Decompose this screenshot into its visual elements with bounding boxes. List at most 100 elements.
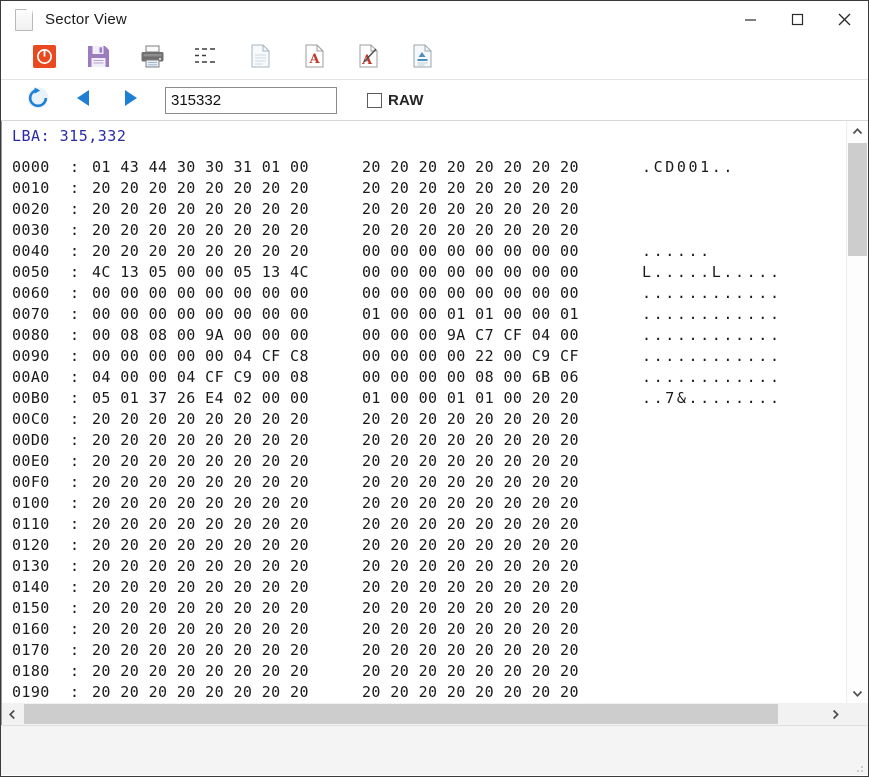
hex-row-ascii: ...... (642, 242, 712, 260)
hex-row: 0160:20 20 20 20 20 20 20 20 20 20 20 20 … (2, 619, 846, 640)
scroll-left-button[interactable] (2, 703, 23, 725)
navigation-bar: RAW (1, 80, 868, 121)
hex-row-ascii: ............ (642, 284, 782, 302)
hex-row-separator: : (70, 536, 80, 554)
hex-row-separator: : (70, 221, 80, 239)
close-icon[interactable] (821, 1, 868, 38)
horizontal-scroll-thumb[interactable] (24, 704, 778, 724)
hex-row-separator: : (70, 431, 80, 449)
hex-row-bytes-right: 01 00 00 01 01 00 20 20 (362, 389, 579, 407)
hex-row: 0050:4C 13 05 00 00 05 13 4C 00 00 00 00 … (2, 262, 846, 283)
power-icon (32, 44, 56, 73)
hex-row-ascii: ............ (642, 347, 782, 365)
horizontal-scrollbar[interactable] (2, 703, 846, 725)
hex-row-bytes-left: 4C 13 05 00 00 05 13 4C (92, 263, 309, 281)
hex-row-bytes-left: 20 20 20 20 20 20 20 20 (92, 221, 309, 239)
hex-row: 00B0:05 01 37 26 E4 02 00 00 01 00 00 01 … (2, 388, 846, 409)
hex-row-offset: 0190 (12, 683, 50, 701)
report-document-icon (413, 44, 432, 73)
next-sector-button[interactable] (107, 84, 153, 116)
hex-row-separator: : (70, 557, 80, 575)
hex-row-ascii: L.....L..... (642, 263, 782, 281)
raw-checkbox[interactable] (367, 92, 382, 108)
export-pdf-button[interactable]: A (287, 42, 341, 76)
previous-sector-button[interactable] (61, 84, 107, 116)
hex-row-separator: : (70, 389, 80, 407)
hex-row-offset: 00A0 (12, 368, 50, 386)
hex-row-bytes-right: 20 20 20 20 20 20 20 20 (362, 599, 579, 617)
report-button[interactable] (395, 42, 449, 76)
hex-row-bytes-left: 20 20 20 20 20 20 20 20 (92, 662, 309, 680)
maximize-icon[interactable] (774, 1, 821, 38)
raw-checkbox-group[interactable]: RAW (367, 92, 424, 109)
minimize-icon[interactable] (727, 1, 774, 38)
hex-row: 0120:20 20 20 20 20 20 20 20 20 20 20 20 … (2, 535, 846, 556)
lba-input[interactable] (165, 86, 337, 114)
hex-row: 0080:00 08 08 00 9A 00 00 00 00 00 00 9A … (2, 325, 846, 346)
hex-row-separator: : (70, 515, 80, 533)
hex-row-bytes-left: 00 00 00 00 00 00 00 00 (92, 305, 309, 323)
hex-row: 00C0:20 20 20 20 20 20 20 20 20 20 20 20 … (2, 409, 846, 430)
list-view-button[interactable] (179, 42, 233, 76)
hex-row-bytes-left: 20 20 20 20 20 20 20 20 (92, 410, 309, 428)
hex-row-offset: 0180 (12, 662, 50, 680)
hex-row-bytes-left: 20 20 20 20 20 20 20 20 (92, 641, 309, 659)
hex-row-offset: 0110 (12, 515, 50, 533)
hex-row-separator: : (70, 347, 80, 365)
scroll-up-button[interactable] (847, 121, 868, 141)
status-bar (1, 725, 868, 775)
hex-row-bytes-right: 20 20 20 20 20 20 20 20 (362, 473, 579, 491)
vertical-scrollbar[interactable] (846, 121, 868, 703)
hex-row-bytes-right: 20 20 20 20 20 20 20 20 (362, 620, 579, 638)
new-document-button[interactable] (233, 42, 287, 76)
lba-label: LBA: 315,332 (12, 127, 127, 145)
hex-row-offset: 0150 (12, 599, 50, 617)
resize-grip-icon[interactable] (852, 760, 864, 772)
blank-document-icon (251, 44, 270, 73)
floppy-save-icon (87, 45, 110, 73)
hex-row-offset: 0060 (12, 284, 50, 302)
hex-row-bytes-left: 20 20 20 20 20 20 20 20 (92, 242, 309, 260)
printer-icon (140, 45, 165, 73)
save-button[interactable] (71, 42, 125, 76)
hex-row-bytes-right: 20 20 20 20 20 20 20 20 (362, 452, 579, 470)
hex-row: 0140:20 20 20 20 20 20 20 20 20 20 20 20 … (2, 577, 846, 598)
hex-row-bytes-right: 20 20 20 20 20 20 20 20 (362, 410, 579, 428)
hex-row: 0170:20 20 20 20 20 20 20 20 20 20 20 20 … (2, 640, 846, 661)
hex-row-separator: : (70, 662, 80, 680)
hex-row-bytes-right: 00 00 00 00 08 00 6B 06 (362, 368, 579, 386)
hex-row-separator: : (70, 494, 80, 512)
hex-row-separator: : (70, 620, 80, 638)
hex-row-offset: 0000 (12, 158, 50, 176)
hex-row: 0020:20 20 20 20 20 20 20 20 20 20 20 20 … (2, 199, 846, 220)
hex-row-bytes-left: 04 00 00 04 CF C9 00 08 (92, 368, 309, 386)
print-button[interactable] (125, 42, 179, 76)
hex-dump-view[interactable]: LBA: 315,332 0000:01 43 44 30 30 31 01 0… (2, 121, 846, 703)
edit-pdf-button[interactable]: A (341, 42, 395, 76)
hex-row-list: 0000:01 43 44 30 30 31 01 00 20 20 20 20 … (2, 157, 846, 703)
power-button[interactable] (17, 42, 71, 76)
hex-row-separator: : (70, 452, 80, 470)
scroll-down-button[interactable] (847, 683, 868, 703)
hex-row-ascii: ............ (642, 326, 782, 344)
hex-row-offset: 00E0 (12, 452, 50, 470)
next-triangle-icon (121, 88, 139, 113)
hex-row-offset: 0120 (12, 536, 50, 554)
refresh-button[interactable] (15, 84, 61, 116)
hex-row-offset: 0010 (12, 179, 50, 197)
hex-row: 0090:00 00 00 00 00 04 CF C8 00 00 00 00 … (2, 346, 846, 367)
hex-row-separator: : (70, 599, 80, 617)
hex-row-separator: : (70, 200, 80, 218)
hex-row-separator: : (70, 641, 80, 659)
hex-row-bytes-right: 01 00 00 01 01 00 00 01 (362, 305, 579, 323)
hex-row-bytes-left: 20 20 20 20 20 20 20 20 (92, 536, 309, 554)
hex-row: 0010:20 20 20 20 20 20 20 20 20 20 20 20 … (2, 178, 846, 199)
hex-row-offset: 0090 (12, 347, 50, 365)
hex-row-separator: : (70, 326, 80, 344)
scroll-right-button[interactable] (825, 703, 846, 725)
hex-row-separator: : (70, 263, 80, 281)
hex-row-offset: 0170 (12, 641, 50, 659)
hex-row-bytes-right: 20 20 20 20 20 20 20 20 (362, 221, 579, 239)
vertical-scroll-thumb[interactable] (848, 143, 867, 256)
svg-text:A: A (308, 52, 320, 67)
